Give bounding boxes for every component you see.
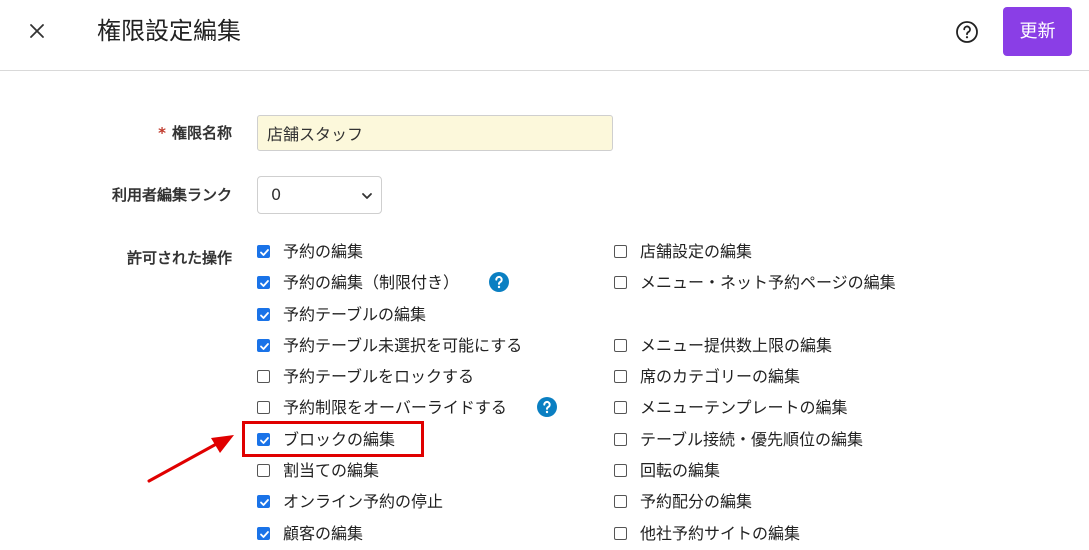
checkbox[interactable]	[614, 432, 627, 446]
permission-name-input[interactable]	[257, 115, 613, 151]
rank-select[interactable]: 0	[257, 176, 382, 214]
permissions-label: 許可された操作	[126, 249, 232, 267]
permission-item: 回転の編集	[614, 456, 914, 487]
info-question-icon[interactable]	[489, 272, 510, 293]
checkbox[interactable]	[614, 370, 627, 384]
checkbox[interactable]	[614, 338, 627, 352]
name-label-text: 権限名称	[171, 124, 232, 142]
checkbox[interactable]	[257, 370, 270, 384]
permission-label: 予約制限をオーバーライドする	[283, 398, 507, 418]
required-mark: *	[158, 124, 166, 142]
permission-label: オンライン予約の停止	[283, 492, 444, 512]
checkbox[interactable]	[257, 338, 270, 352]
permission-label: 回転の編集	[640, 461, 721, 481]
checkbox[interactable]	[614, 401, 627, 415]
info-question-icon[interactable]	[536, 397, 557, 418]
update-button[interactable]: 更新	[1003, 7, 1072, 56]
checkbox[interactable]	[257, 464, 270, 478]
permission-label: 割当ての編集	[283, 461, 380, 481]
chevron-down-icon	[362, 193, 372, 199]
checkbox[interactable]	[614, 526, 627, 540]
permission-item: 予約の編集	[257, 237, 557, 268]
checkbox[interactable]	[257, 526, 270, 540]
permission-label: 他社予約サイトの編集	[640, 523, 801, 543]
help-circle-icon[interactable]	[955, 20, 979, 44]
checkbox[interactable]	[614, 245, 627, 258]
permission-label: テーブル接続・優先順位の編集	[640, 429, 864, 449]
permission-item: メニュー提供数上限の編集	[614, 331, 914, 362]
checkbox[interactable]	[257, 276, 270, 290]
permission-label: 予約テーブルの編集	[283, 304, 427, 324]
permission-item: メニュー・ネット予約ページの編集	[614, 268, 914, 331]
permission-item: 予約テーブル未選択を可能にする	[257, 331, 557, 362]
rank-select-value: 0	[271, 185, 282, 204]
permission-label: メニューテンプレートの編集	[640, 398, 848, 418]
rank-label: 利用者編集ランク	[111, 186, 232, 204]
permissions-left-column: 予約の編集 予約の編集（制限付き） 予約テーブルの編集 予約テーブル未選択を可能…	[257, 237, 557, 550]
permission-item: 予約テーブルをロックする	[257, 362, 557, 393]
permission-item: メニューテンプレートの編集	[614, 393, 914, 424]
permission-label: 予約テーブル未選択を可能にする	[283, 335, 523, 355]
permission-item: オンライン予約の停止	[257, 487, 557, 518]
permission-item: 他社予約サイトの編集	[614, 519, 914, 550]
permission-label: メニュー提供数上限の編集	[640, 335, 833, 355]
name-label: * 権限名称	[32, 123, 232, 143]
checkbox[interactable]	[257, 245, 270, 258]
arrow-icon	[147, 435, 234, 483]
checkbox[interactable]	[257, 495, 270, 509]
permission-item: 予約テーブルの編集	[257, 300, 557, 331]
permission-item: テーブル接続・優先順位の編集	[614, 425, 914, 456]
permission-label: 予約の編集（制限付き）	[283, 273, 460, 293]
permission-item: 席のカテゴリーの編集	[614, 362, 914, 393]
checkbox[interactable]	[614, 464, 627, 478]
permissions-right-column: 店舗設定の編集 メニュー・ネット予約ページの編集 メニュー提供数上限の編集 席の…	[614, 237, 914, 550]
permission-label: 予約の編集	[283, 242, 364, 261]
permission-label: 予約配分の編集	[640, 492, 753, 512]
permission-label: 席のカテゴリーの編集	[640, 367, 801, 387]
permission-item: 顧客の編集	[257, 519, 557, 550]
permission-label: 顧客の編集	[283, 523, 364, 543]
permission-label: 予約テーブルをロックする	[283, 367, 475, 387]
checkbox[interactable]	[614, 276, 627, 290]
permission-item: 予約配分の編集	[614, 487, 914, 518]
permission-item: 予約の編集（制限付き）	[257, 268, 557, 299]
permission-item: 割当ての編集	[257, 456, 557, 487]
close-icon[interactable]	[24, 18, 50, 44]
highlight-box	[242, 421, 424, 457]
checkbox[interactable]	[257, 401, 270, 415]
permission-label: 店舗設定の編集	[640, 242, 753, 261]
header-bar: 権限設定編集 更新	[0, 0, 1089, 71]
checkbox[interactable]	[257, 307, 270, 321]
page-title: 権限設定編集	[97, 17, 241, 45]
permission-item: 店舗設定の編集	[614, 237, 914, 268]
checkbox[interactable]	[614, 495, 627, 509]
permission-label: メニュー・ネット予約ページの編集	[640, 273, 896, 293]
